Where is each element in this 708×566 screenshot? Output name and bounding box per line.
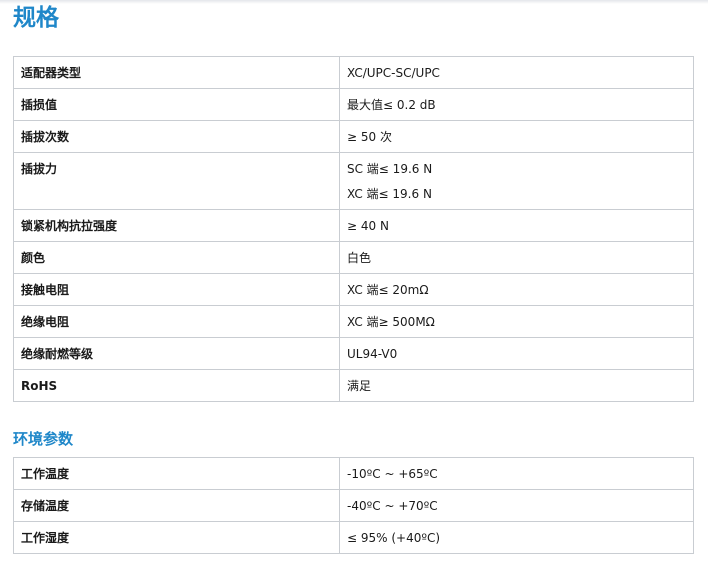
header-shadow [0,0,708,4]
param-value-cell: XC/UPC-SC/UPC [339,56,694,89]
param-value: 白色 [347,251,372,265]
param-value-cell: ≤ 95% (+40ºC) [339,521,694,554]
param-value: -10ºC ~ +65ºC [347,467,438,481]
param-name: 绝缘耐燃等级 [13,337,340,370]
param-value-cell: -10ºC ~ +65ºC [339,457,694,490]
param-value-cell: XC 端≥ 500MΩ [339,305,694,338]
table-row: 锁紧机构抗拉强度 ≥ 40 N [13,209,694,242]
param-value: -40ºC ~ +70ºC [347,499,438,513]
param-name: 工作温度 [13,457,340,490]
param-name: 工作湿度 [13,521,340,554]
table-row: 工作温度 -10ºC ~ +65ºC [13,457,694,490]
param-value-cell: -40ºC ~ +70ºC [339,489,694,522]
param-value: XC/UPC-SC/UPC [347,66,440,80]
param-value: ≥ 50 次 [347,130,392,144]
environment-table: 工作温度 -10ºC ~ +65ºC 存储温度 -40ºC ~ +70ºC 工作湿度 ≤ … [13,457,694,554]
param-name: 存储温度 [13,489,340,522]
param-name: 适配器类型 [13,56,340,89]
table-row: 工作湿度 ≤ 95% (+40ºC) [13,521,694,554]
param-value-cell: 白色 [339,241,694,274]
param-value-cell: 满足 [339,369,694,402]
param-value-cell: ≥ 50 次 [339,120,694,153]
table-row: RoHS 满足 [13,369,694,402]
table-row: 接触电阻 XC 端≤ 20mΩ [13,273,694,306]
param-name: 锁紧机构抗拉强度 [13,209,340,242]
param-name: 绝缘电阻 [13,305,340,338]
table-row: 存储温度 -40ºC ~ +70ºC [13,489,694,522]
table-row: 插损值 最大值≤ 0.2 dB [13,88,694,121]
param-value: SC 端≤ 19.6 N [347,162,433,176]
spec-table: 适配器类型 XC/UPC-SC/UPC 插损值 最大值≤ 0.2 dB 插拔次数 ≥ 50… [13,56,694,402]
table-row: 插拔力 SC 端≤ 19.6 N XC 端≤ 19.6 N [13,152,694,210]
param-name: RoHS [13,369,340,402]
param-value: XC 端≤ 20mΩ [347,283,429,297]
param-name: 插拔次数 [13,120,340,153]
param-value: XC 端≥ 500MΩ [347,315,435,329]
param-value: UL94-V0 [347,347,398,361]
table-row: 颜色 白色 [13,241,694,274]
param-value: 满足 [347,379,372,393]
table-row: 插拔次数 ≥ 50 次 [13,120,694,153]
table-row: 绝缘耐燃等级 UL94-V0 [13,337,694,370]
param-value: ≤ 95% (+40ºC) [347,531,441,545]
param-value-cell: XC 端≤ 20mΩ [339,273,694,306]
param-value-cell: UL94-V0 [339,337,694,370]
table-row: 绝缘电阻 XC 端≥ 500MΩ [13,305,694,338]
param-name: 接触电阻 [13,273,340,306]
environment-section-title: 环境参数 [13,430,74,448]
param-value: XC 端≤ 19.6 N [347,187,432,201]
param-name: 插损值 [13,88,340,121]
param-name: 插拔力 [13,152,340,210]
param-value-cell: ≥ 40 N [339,209,694,242]
param-value-cell: 最大值≤ 0.2 dB [339,88,694,121]
table-row: 适配器类型 XC/UPC-SC/UPC [13,56,694,89]
page-title: 规格 [13,5,59,31]
param-value: 最大值≤ 0.2 dB [347,98,436,112]
param-value: ≥ 40 N [347,219,389,233]
param-name: 颜色 [13,241,340,274]
param-value-cell: SC 端≤ 19.6 N XC 端≤ 19.6 N [339,152,694,210]
